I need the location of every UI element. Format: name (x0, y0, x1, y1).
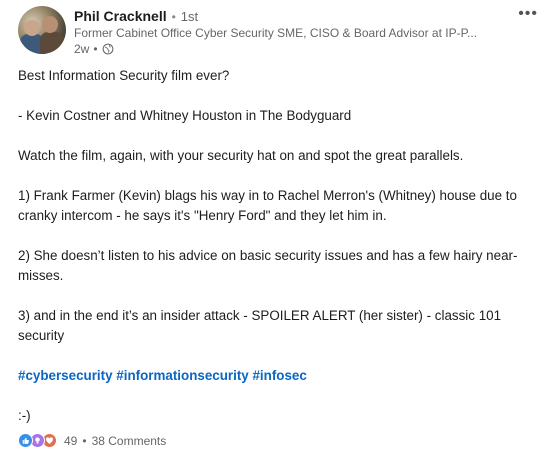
post-point-3: 3) and in the end it’s an insider attack… (18, 308, 505, 343)
hashtag-informationsecurity[interactable]: #informationsecurity (116, 368, 248, 383)
count-separator: • (82, 433, 87, 448)
like-icon[interactable] (18, 433, 33, 448)
post-line-question: Best Information Security film ever? (18, 68, 230, 83)
avatar-face-left (24, 20, 40, 36)
hashtag-list: #cybersecurity #informationsecurity #inf… (18, 366, 540, 386)
post-time: 2w (74, 42, 90, 56)
author-row: Phil Cracknell • 1st (74, 8, 198, 24)
post-body: Best Information Security film ever? - K… (18, 66, 540, 426)
author-avatar[interactable] (18, 6, 66, 54)
post-closing: :-) (18, 408, 31, 423)
degree-separator: • (171, 10, 176, 24)
avatar-figure-right (40, 32, 64, 54)
post-point-2: 2) She doesn’t listen to his advice on b… (18, 248, 518, 283)
author-name[interactable]: Phil Cracknell (74, 8, 167, 24)
hashtag-infosec[interactable]: #infosec (252, 368, 306, 383)
post-meta: 2w • (74, 42, 114, 56)
more-options-icon[interactable]: ••• (518, 6, 538, 22)
avatar-face-right (42, 16, 58, 33)
author-headline: Former Cabinet Office Cyber Security SME… (74, 26, 478, 40)
post-point-1: 1) Frank Farmer (Kevin) blags his way in… (18, 188, 521, 223)
hashtag-cybersecurity[interactable]: #cybersecurity (18, 368, 113, 383)
post-line-intro: Watch the film, again, with your securit… (18, 148, 464, 163)
connection-degree: 1st (180, 9, 199, 24)
reaction-count[interactable]: 49 (64, 434, 77, 448)
globe-icon (102, 43, 113, 55)
comments-count-link[interactable]: 38 Comments (92, 434, 167, 448)
time-separator: • (93, 42, 98, 56)
post-line-answer: - Kevin Costner and Whitney Houston in T… (18, 108, 352, 123)
social-counts: 49 • 38 Comments (18, 433, 166, 448)
